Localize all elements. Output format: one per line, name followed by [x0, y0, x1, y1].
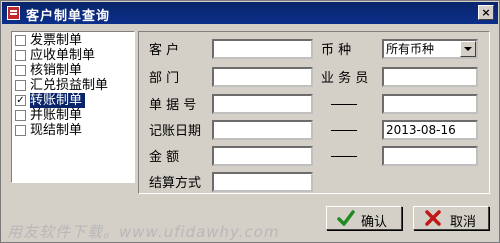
list-item-label: 核销制单 — [30, 63, 83, 78]
watermark-text: 用友软件下载。www.ufidawhy.com — [7, 223, 280, 241]
doc-no-to-input[interactable] — [382, 94, 478, 114]
amount-from-input[interactable] — [212, 146, 313, 166]
checkmark-icon — [337, 210, 355, 226]
date-to-value: 2013-08-16 — [386, 123, 456, 137]
checkbox[interactable] — [15, 65, 26, 76]
voucher-type-list[interactable]: 发票制单 应收单制单 核销制单 汇兑损益制单 ✓ 转账制单 并账制单 现结制单 — [11, 31, 135, 183]
list-item-label: 现结制单 — [30, 123, 83, 138]
checkbox[interactable] — [15, 125, 26, 136]
currency-label: 币 种 — [321, 43, 352, 58]
currency-value: 所有币种 — [386, 42, 435, 56]
settlement-label: 结算方式 — [149, 176, 202, 191]
window-title: 客户制单查询 — [26, 9, 111, 24]
app-icon — [7, 6, 20, 20]
checkbox[interactable] — [15, 35, 26, 46]
ok-button[interactable]: 确认 — [326, 206, 402, 230]
settlement-input[interactable] — [212, 172, 313, 192]
list-item-label: 应收单制单 — [30, 48, 96, 63]
posting-date-label: 记账日期 — [149, 124, 202, 139]
range-separator — [331, 104, 357, 105]
list-item-label: 汇兑损益制单 — [30, 78, 109, 93]
list-item-writeoff[interactable]: 核销制单 — [13, 63, 133, 78]
list-item-receivable[interactable]: 应收单制单 — [13, 48, 133, 63]
checkbox[interactable] — [15, 110, 26, 121]
salesperson-input[interactable] — [382, 67, 478, 87]
list-item-label: 发票制单 — [30, 33, 83, 48]
doc-no-label: 单 据 号 — [149, 98, 197, 113]
salesperson-label: 业 务 员 — [321, 71, 369, 86]
customer-input[interactable] — [212, 39, 313, 59]
amount-to-input[interactable] — [382, 146, 478, 166]
list-item-merge[interactable]: 并账制单 — [13, 108, 133, 123]
list-item-label: 转账制单 — [30, 93, 86, 108]
close-button[interactable]: × — [478, 5, 494, 20]
cancel-button-label: 取消 — [450, 215, 477, 230]
customer-label: 客 户 — [149, 43, 180, 58]
checkbox[interactable] — [15, 80, 26, 91]
list-item-exchange[interactable]: 汇兑损益制单 — [13, 78, 133, 93]
list-item-label: 并账制单 — [30, 108, 83, 123]
checkbox[interactable] — [15, 50, 26, 61]
list-item-cash[interactable]: 现结制单 — [13, 123, 133, 138]
checkbox-checked[interactable]: ✓ — [15, 95, 26, 106]
currency-select[interactable]: 所有币种 — [382, 39, 478, 59]
department-input[interactable] — [212, 67, 313, 87]
amount-label: 金 额 — [149, 150, 180, 165]
list-item-transfer[interactable]: ✓ 转账制单 — [13, 93, 133, 108]
dialog-window: 客户制单查询 × 发票制单 应收单制单 核销制单 汇兑损益制单 ✓ 转账制单 并… — [0, 0, 500, 243]
date-to-input[interactable]: 2013-08-16 — [382, 120, 478, 140]
range-separator — [331, 130, 357, 131]
close-x-icon — [425, 210, 441, 226]
department-label: 部 门 — [149, 71, 180, 86]
chevron-down-icon[interactable] — [460, 41, 476, 57]
range-separator — [331, 156, 357, 157]
list-item-invoice[interactable]: 发票制单 — [13, 33, 133, 48]
query-criteria-panel: 客 户 部 门 单 据 号 记账日期 金 额 结算方式 币 种 所有币种 业 务… — [138, 31, 490, 194]
cancel-button[interactable]: 取消 — [413, 206, 489, 230]
doc-no-from-input[interactable] — [212, 94, 313, 114]
date-from-input[interactable] — [212, 120, 313, 140]
ok-button-label: 确认 — [361, 215, 388, 230]
title-bar[interactable]: 客户制单查询 × — [2, 2, 498, 24]
